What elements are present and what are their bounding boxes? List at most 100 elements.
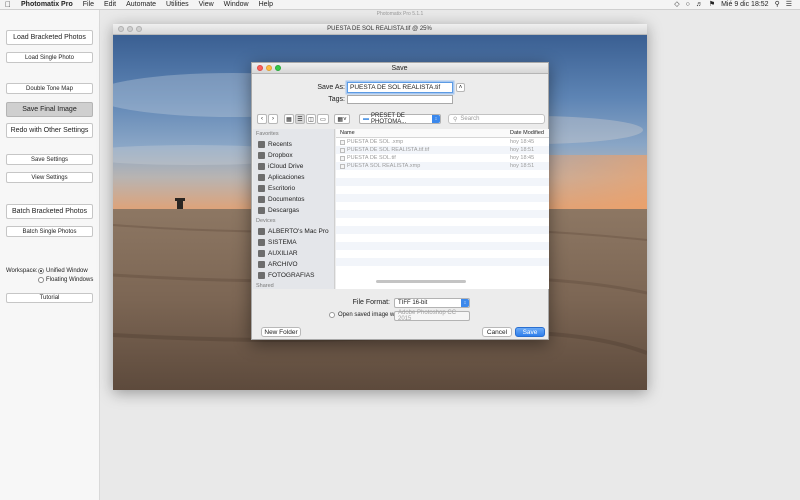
location-popup[interactable]: ▬ PRESET DE PHOTOMA... ↕ (359, 113, 441, 125)
floating-windows-option[interactable]: Floating Windows (38, 277, 93, 283)
column-header-name[interactable]: Name (336, 130, 506, 136)
empty-row (336, 250, 549, 258)
grid-icon: ▦ (286, 116, 292, 123)
open-with-popup[interactable]: Adobe Photoshop CC 2015 (394, 310, 470, 322)
tags-field[interactable] (347, 95, 453, 104)
empty-row (336, 258, 549, 266)
sidebar-item-auxiliar[interactable]: AUXILIAR (253, 248, 334, 259)
tutorial-button[interactable]: Tutorial (6, 293, 93, 303)
file-list-header: Name Date Modified (336, 129, 549, 138)
file-name: PUESTA DE SOL.tif (347, 155, 396, 161)
save-settings-button[interactable]: Save Settings (6, 154, 93, 165)
list-item[interactable]: PUESTA DE SOL REALISTA.tif.tif hoy 18:51 (336, 146, 549, 154)
sidebar-item-fotografias[interactable]: FOTOGRAFIAS (253, 270, 334, 281)
location-label: PRESET DE PHOTOMA... (371, 113, 407, 125)
app-window-title: Photomatix Pro 5.1.1 (376, 11, 424, 17)
volume-icon[interactable]: ♬ (696, 0, 703, 10)
expand-dialog-button[interactable]: ˄ (456, 83, 465, 92)
forward-button[interactable]: › (268, 114, 278, 124)
spotlight-search-icon[interactable]: ⚲ (775, 0, 780, 10)
list-icon: ☰ (297, 116, 303, 123)
save-final-image-button[interactable]: Save Final Image (6, 102, 93, 117)
sidebar-item-documentos[interactable]: Documentos (253, 194, 334, 205)
list-item[interactable]: PUESTA SOL REALISTA.xmp hoy 18:51 (336, 162, 549, 170)
flag-icon[interactable]: ⚑ (709, 0, 715, 10)
disk-icon (258, 250, 265, 257)
file-name: PUESTA DE SOL .xmp (347, 139, 404, 145)
sidebar-item-descargas[interactable]: Descargas (253, 205, 334, 216)
search-field[interactable]: ⚲ Search (448, 114, 545, 124)
image-window-titlebar[interactable]: PUESTA DE SOL REALISTA.tif @ 25% (113, 24, 647, 35)
list-view-button[interactable]: ☰ (295, 114, 305, 124)
empty-row (336, 202, 549, 210)
list-item[interactable]: PUESTA DE SOL .xmp hoy 18:45 (336, 138, 549, 146)
cover-flow-button[interactable]: ▭ (317, 114, 329, 124)
sidebar-item-label: Documentos (268, 196, 305, 203)
radio-selected-icon[interactable] (38, 268, 44, 274)
open-saved-image-checkbox[interactable] (329, 312, 335, 318)
save-dialog: Save Save As: PUESTA DE SOL REALISTA.tif… (251, 62, 549, 340)
menu-automate[interactable]: Automate (121, 0, 161, 10)
dropbox-icon (258, 152, 265, 159)
unified-window-option[interactable]: Unified Window (38, 268, 88, 274)
applications-icon (258, 174, 265, 181)
list-item[interactable]: PUESTA DE SOL.tif hoy 18:45 (336, 154, 549, 162)
minimize-dialog-icon[interactable] (266, 65, 272, 71)
icon-view-button[interactable]: ▦ (284, 114, 294, 124)
menu-view[interactable]: View (194, 0, 219, 10)
save-button[interactable]: Save (515, 327, 545, 337)
sidebar-item-label: AUXILIAR (268, 250, 298, 257)
apple-menu-icon[interactable]:  (0, 0, 16, 9)
load-bracketed-photos-button[interactable]: Load Bracketed Photos (6, 30, 93, 45)
arrange-icon: ▦˅ (337, 116, 347, 123)
sidebar-item-recents[interactable]: Recents (253, 139, 334, 150)
menu-window[interactable]: Window (219, 0, 254, 10)
cancel-button[interactable]: Cancel (482, 327, 512, 337)
file-icon (340, 139, 345, 145)
dialog-sidebar: Favorites Recents Dropbox iCloud Drive A… (253, 129, 335, 289)
computer-icon (258, 228, 265, 235)
sidebar-item-escritorio[interactable]: Escritorio (253, 183, 334, 194)
file-format-popup[interactable]: TIFF 16-bit ↕ (394, 298, 470, 308)
double-tone-map-button[interactable]: Double Tone Map (6, 83, 93, 94)
column-header-date-modified[interactable]: Date Modified (506, 130, 549, 136)
clock[interactable]: Mié 9 dic 18:52 (721, 0, 768, 10)
arrange-button[interactable]: ▦˅ (334, 114, 350, 124)
menu-file[interactable]: File (78, 0, 99, 10)
devices-header: Devices (256, 218, 276, 224)
batch-bracketed-photos-button[interactable]: Batch Bracketed Photos (6, 204, 93, 219)
menu-edit[interactable]: Edit (99, 0, 121, 10)
save-as-field[interactable]: PUESTA DE SOL REALISTA.tif (347, 82, 453, 93)
back-button[interactable]: ‹ (257, 114, 267, 124)
shared-header: Shared (256, 283, 274, 289)
sidebar-item-archivo[interactable]: ARCHIVO (253, 259, 334, 270)
new-folder-button[interactable]: New Folder (261, 327, 301, 337)
column-view-button[interactable]: ◫ (306, 114, 316, 124)
batch-single-photos-button[interactable]: Batch Single Photos (6, 226, 93, 237)
file-format-label: File Format: (352, 299, 390, 306)
menu-utilities[interactable]: Utilities (161, 0, 194, 10)
save-dialog-title: Save (391, 64, 408, 72)
redo-with-other-settings-button[interactable]: Redo with Other Settings (6, 123, 93, 138)
save-dialog-titlebar[interactable]: Save (252, 63, 548, 74)
minimize-window-icon[interactable] (127, 26, 133, 32)
sidebar-item-dropbox[interactable]: Dropbox (253, 150, 334, 161)
file-icon (340, 155, 345, 161)
load-single-photo-button[interactable]: Load Single Photo (6, 52, 93, 63)
close-window-icon[interactable] (118, 26, 124, 32)
radio-unselected-icon[interactable] (38, 277, 44, 283)
dropbox-status-icon[interactable]: ◇ (674, 0, 679, 10)
view-settings-button[interactable]: View Settings (6, 172, 93, 183)
menu-help[interactable]: Help (254, 0, 278, 10)
close-dialog-icon[interactable] (257, 65, 263, 71)
horizontal-scrollbar[interactable] (376, 280, 466, 283)
sidebar-item-mac-pro[interactable]: ALBERTO's Mac Pro (253, 226, 334, 237)
wifi-icon[interactable]: ○ (686, 0, 690, 10)
menu-app-name[interactable]: Photomatix Pro (16, 0, 78, 10)
sidebar-item-aplicaciones[interactable]: Aplicaciones (253, 172, 334, 183)
sidebar-item-icloud-drive[interactable]: iCloud Drive (253, 161, 334, 172)
open-with-value: Adobe Photoshop CC 2015 (398, 310, 457, 322)
sidebar-item-sistema[interactable]: SISTEMA (253, 237, 334, 248)
disk-icon (258, 272, 265, 279)
notification-center-icon[interactable]: ☰ (786, 0, 792, 10)
